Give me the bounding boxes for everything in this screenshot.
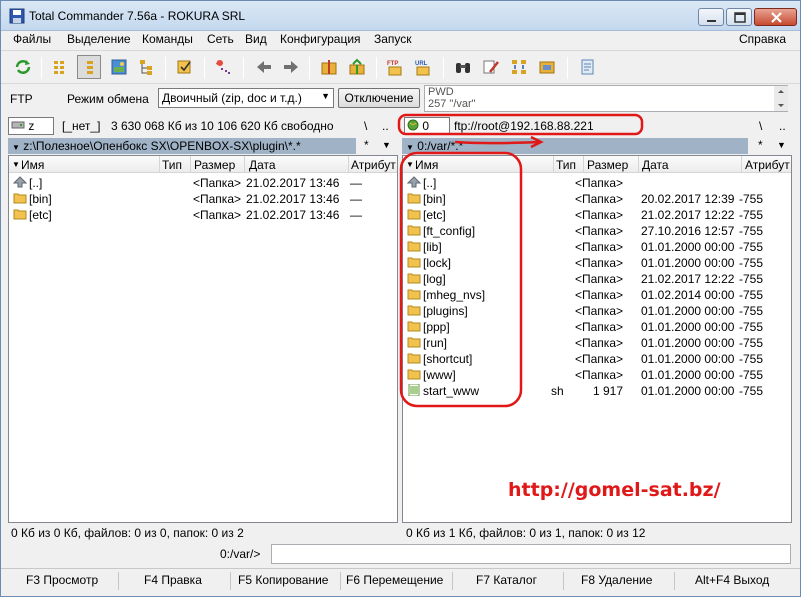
path-arrow xyxy=(454,140,540,145)
file-list-highlight xyxy=(399,151,523,408)
watermark-link: http://gomel-sat.bz/ xyxy=(508,479,721,501)
annotation-overlay xyxy=(397,113,644,408)
main-window: Total Commander 7.56a - ROKURA SRL Файлы… xyxy=(0,0,801,597)
connection-highlight xyxy=(397,113,644,136)
